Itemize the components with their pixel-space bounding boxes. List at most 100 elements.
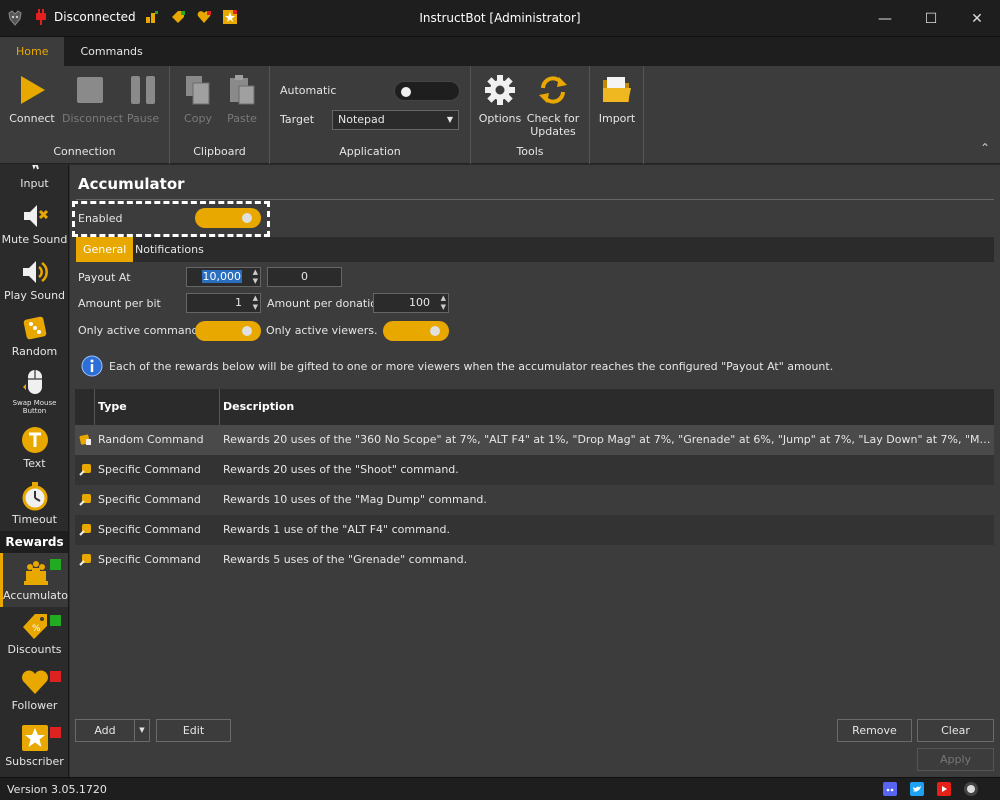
amount-per-bit-value: 1: [235, 296, 242, 309]
sidebar-item-mute-sound[interactable]: Mute Sound: [0, 201, 68, 246]
column-divider: [94, 389, 95, 425]
only-active-commands-toggle[interactable]: [195, 321, 261, 341]
minimize-button[interactable]: —: [862, 0, 908, 37]
quick-discount-icon[interactable]: [170, 9, 186, 25]
svg-text:%: %: [32, 624, 41, 634]
mute-sound-icon: [23, 205, 48, 227]
row-type: Random Command: [98, 433, 204, 446]
paste-button[interactable]: Paste: [214, 74, 270, 125]
version-label: Version 3.05.1720: [7, 783, 107, 796]
tab-notifications[interactable]: Notifications: [128, 237, 211, 262]
close-button[interactable]: ✕: [954, 0, 1000, 37]
check-updates-button[interactable]: Check for Updates: [525, 74, 581, 138]
maximize-button[interactable]: ☐: [908, 0, 954, 37]
column-header-type[interactable]: Type: [98, 389, 127, 425]
enabled-toggle[interactable]: [195, 208, 261, 228]
table-row[interactable]: Random Command Rewards 20 uses of the "3…: [75, 425, 994, 455]
quick-follower-icon[interactable]: [196, 9, 212, 25]
amount-per-bit-input[interactable]: 1 ▲ ▼: [186, 293, 261, 313]
target-select[interactable]: Notepad ▼: [332, 110, 459, 130]
specific-command-icon: [79, 494, 91, 506]
quick-subscriber-icon[interactable]: [222, 9, 238, 25]
column-header-description[interactable]: Description: [223, 389, 294, 425]
youtube-icon[interactable]: [937, 782, 951, 796]
sidebar-item-text[interactable]: Text: [0, 425, 68, 470]
connect-button[interactable]: Connect: [4, 74, 60, 125]
ribbon-collapse-button[interactable]: ⌃: [980, 141, 990, 155]
add-dropdown-button[interactable]: ▼: [134, 719, 150, 742]
only-active-viewers-knob: [430, 326, 440, 336]
tab-general[interactable]: General: [76, 237, 134, 262]
tab-home[interactable]: Home: [0, 37, 65, 66]
add-button[interactable]: Add: [75, 719, 135, 742]
refresh-icon: [539, 76, 567, 104]
connection-group: Connect Disconnect Pause Connection: [0, 66, 170, 164]
only-active-commands-knob: [242, 326, 252, 336]
title-bar: Disconnected InstructBot [Administrator]…: [0, 0, 1000, 37]
pause-button[interactable]: Pause: [115, 74, 171, 125]
automatic-toggle[interactable]: [394, 81, 460, 101]
heart-icon: [21, 670, 48, 694]
row-description: Rewards 20 uses of the "Shoot" command.: [223, 463, 459, 476]
apply-button[interactable]: Apply: [917, 748, 994, 771]
payout-at-label: Payout At: [78, 271, 131, 284]
specific-command-icon: [79, 554, 91, 566]
tab-commands[interactable]: Commands: [64, 37, 158, 66]
twitter-icon[interactable]: [910, 782, 924, 796]
follower-status-indicator: [50, 671, 61, 682]
status-bar: Version 3.05.1720: [0, 777, 1000, 800]
title-divider: [76, 199, 994, 200]
sidebar-item-play-sound[interactable]: Play Sound: [0, 257, 68, 302]
amount-per-bit-label: Amount per bit: [78, 297, 161, 310]
import-button[interactable]: Import: [589, 74, 645, 125]
quick-accumulator-icon[interactable]: [144, 9, 160, 25]
text-icon: [21, 427, 48, 453]
sidebar-item-random[interactable]: Random: [0, 313, 68, 358]
stopwatch-icon: [22, 482, 47, 511]
row-type: Specific Command: [98, 463, 201, 476]
spinner-arrows-icon: ▲ ▼: [252, 294, 258, 311]
plug-icon: [36, 9, 46, 25]
github-icon[interactable]: [964, 782, 978, 796]
automatic-toggle-knob: [401, 87, 411, 97]
row-type: Specific Command: [98, 493, 201, 506]
remove-button[interactable]: Remove: [837, 719, 912, 742]
options-button[interactable]: Options: [472, 74, 528, 125]
subscriber-status-indicator: [50, 727, 61, 738]
check-updates-label-line2: Updates: [530, 125, 576, 138]
sidebar-item-input[interactable]: Input: [0, 165, 68, 190]
connection-group-label: Connection: [53, 145, 116, 158]
sidebar-item-timeout[interactable]: Timeout: [0, 481, 68, 526]
sidebar-item-subscriber-label: Subscriber: [5, 755, 64, 768]
rewards-header: Rewards: [0, 531, 68, 553]
payout-at-value: 10,000: [201, 270, 242, 283]
info-text: Each of the rewards below will be gifted…: [109, 360, 834, 373]
only-active-viewers-toggle[interactable]: [383, 321, 449, 341]
column-divider: [219, 389, 220, 425]
table-row[interactable]: Specific Command Rewards 1 use of the "A…: [75, 515, 994, 545]
app-logo-icon: [8, 10, 22, 26]
sidebar-item-random-label: Random: [11, 345, 58, 358]
table-row[interactable]: Specific Command Rewards 20 uses of the …: [75, 455, 994, 485]
sidebar-item-play-sound-label: Play Sound: [3, 289, 66, 302]
clear-button[interactable]: Clear: [917, 719, 994, 742]
discounts-status-indicator: [50, 615, 61, 626]
ribbon: Connect Disconnect Pause Connection Copy…: [0, 66, 1000, 164]
table-row[interactable]: Specific Command Rewards 5 uses of the "…: [75, 545, 994, 575]
clipboard-group-label: Clipboard: [193, 145, 246, 158]
random-command-icon: [79, 434, 91, 445]
sidebar-item-swap-mouse-button[interactable]: Swap Mouse Button: [0, 367, 68, 415]
row-type: Specific Command: [98, 553, 201, 566]
payout-at-input[interactable]: 10,000 ▲ ▼: [186, 267, 261, 287]
edit-button[interactable]: Edit: [156, 719, 231, 742]
amount-per-donation-input[interactable]: 100 ▲ ▼: [373, 293, 449, 313]
sidebar-item-mute-sound-label: Mute Sound: [1, 233, 68, 246]
application-group: Automatic Target Notepad ▼ Application: [270, 66, 471, 164]
sidebar-item-timeout-label: Timeout: [12, 513, 57, 526]
specific-command-icon: [79, 464, 91, 476]
discord-icon[interactable]: [883, 782, 897, 796]
row-description: Rewards 1 use of the "ALT F4" command.: [223, 523, 450, 536]
disconnect-button[interactable]: Disconnect: [62, 74, 123, 125]
table-row[interactable]: Specific Command Rewards 10 uses of the …: [75, 485, 994, 515]
folder-icon: [603, 77, 631, 102]
